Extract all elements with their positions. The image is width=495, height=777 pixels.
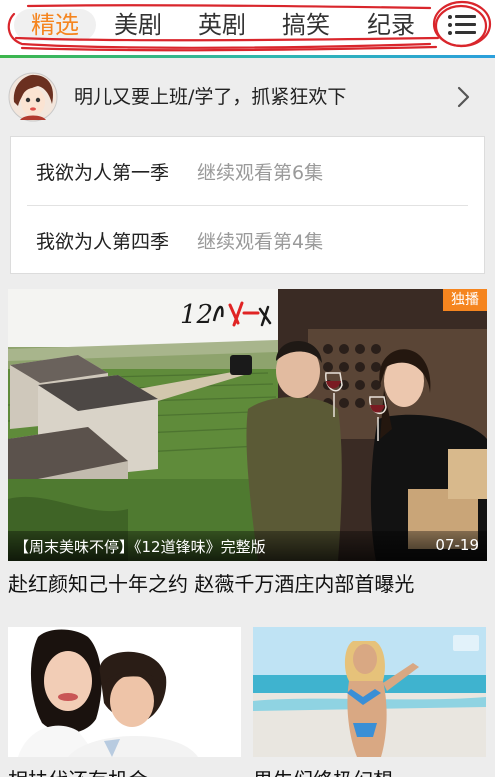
history-item-progress: 继续观看第4集 xyxy=(197,231,324,253)
svg-text:12: 12 xyxy=(180,300,213,330)
video-thumbnail[interactable] xyxy=(253,627,486,757)
tab-comedy[interactable]: 搞笑 xyxy=(276,9,336,41)
avatar xyxy=(8,72,58,122)
tab-accent-line xyxy=(0,55,495,58)
history-item-title: 我欲为人第四季 xyxy=(36,231,170,253)
tab-documentary[interactable]: 纪录 xyxy=(361,9,421,41)
exclusive-badge: 独播 xyxy=(443,289,487,311)
history-item-progress: 继续观看第6集 xyxy=(197,162,324,184)
history-item-title: 我欲为人第一季 xyxy=(36,162,170,184)
tab-us-drama[interactable]: 美剧 xyxy=(108,9,168,41)
history-item[interactable]: 我欲为人第一季 继续观看第6集 xyxy=(11,137,484,205)
category-menu-button[interactable] xyxy=(440,8,484,42)
tab-featured[interactable]: 精选 xyxy=(14,9,96,41)
video-thumbnail[interactable] xyxy=(8,627,241,757)
chevron-right-icon xyxy=(457,86,470,108)
show-logo: 12 xyxy=(180,300,272,330)
history-item[interactable]: 我欲为人第四季 继续观看第4集 xyxy=(11,206,484,274)
video-thumbnail-image xyxy=(8,627,241,757)
list-menu-icon xyxy=(448,12,476,38)
featured-caption: 【周末美味不停】《12道锋味》完整版 xyxy=(14,538,266,556)
featured-video-card[interactable]: 12 独播 【周末美味不停】《12道锋味》完整版 07-19 xyxy=(8,289,487,561)
category-tab-bar: 精选 美剧 英剧 搞笑 纪录 xyxy=(0,0,495,55)
featured-date: 07-19 xyxy=(435,536,479,554)
continue-watching-card: 我欲为人第一季 继续观看第6集 我欲为人第四季 继续观看第4集 xyxy=(10,136,485,274)
video-title[interactable]: 男生们终极幻想 xyxy=(253,764,393,777)
video-thumbnail-image xyxy=(253,627,486,757)
tab-uk-drama[interactable]: 英剧 xyxy=(192,9,252,41)
video-title[interactable]: 相扶代还有机会 xyxy=(8,764,148,777)
caption-bar: 【周末美味不停】《12道锋味》完整版 07-19 xyxy=(8,531,487,561)
featured-title[interactable]: 赴红颜知己十年之约 赵薇千万酒庄内部首曝光 xyxy=(8,568,414,597)
notification-text: 明儿又要上班/学了，抓紧狂欢下 xyxy=(74,86,347,108)
notification-banner[interactable]: 明儿又要上班/学了，抓紧狂欢下 xyxy=(0,62,495,134)
